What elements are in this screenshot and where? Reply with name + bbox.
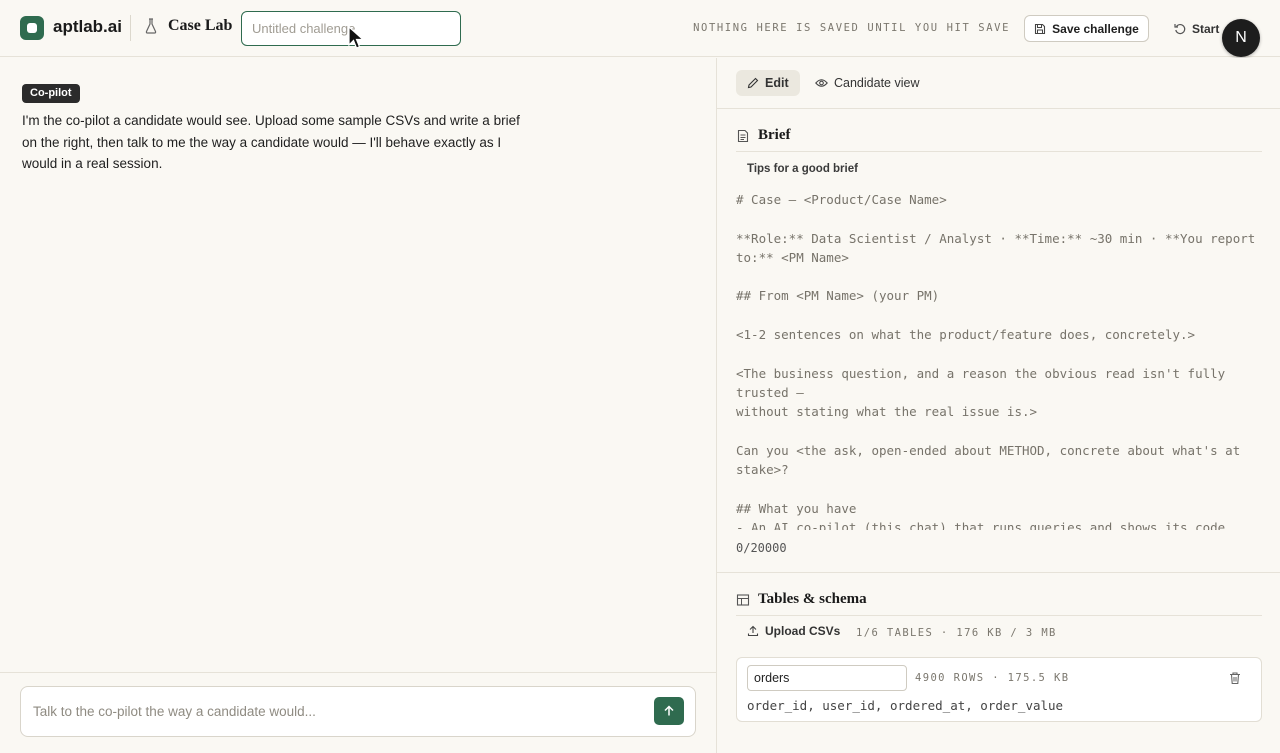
chat-pane: Co-pilot I'm the co-pilot a candidate wo… xyxy=(0,58,716,753)
table-name-input[interactable] xyxy=(747,665,907,691)
unsaved-notice: NOTHING HERE IS SAVED UNTIL YOU HIT SAVE xyxy=(693,22,1010,34)
brief-editor[interactable]: # Case — <Product/Case Name> **Role:** D… xyxy=(736,190,1266,530)
save-challenge-button[interactable]: Save challenge xyxy=(1024,15,1149,42)
composer-area xyxy=(0,672,716,753)
brand-name: aptlab.ai xyxy=(53,17,122,36)
chat-composer xyxy=(20,686,696,737)
table-icon xyxy=(736,593,750,606)
brand-logo-icon xyxy=(20,16,44,40)
send-button[interactable] xyxy=(654,697,684,725)
save-challenge-label: Save challenge xyxy=(1052,21,1139,36)
section-divider xyxy=(717,572,1280,573)
trash-icon[interactable] xyxy=(1227,670,1243,686)
document-icon xyxy=(737,129,749,142)
view-tabs: Edit Candidate view xyxy=(717,58,1280,109)
brief-title: Brief xyxy=(758,127,791,143)
upload-csvs-button[interactable]: Upload CSVs xyxy=(747,624,840,638)
save-icon xyxy=(1035,23,1046,34)
arrow-up-icon xyxy=(664,705,674,716)
start-label: Start xyxy=(1192,21,1220,36)
copilot-message: I'm the co-pilot a candidate would see. … xyxy=(22,113,520,171)
upload-icon xyxy=(747,625,759,637)
tables-usage: 1/6 TABLES · 176 KB / 3 MB xyxy=(856,627,1057,639)
tab-candidate-view-label: Candidate view xyxy=(834,76,920,90)
header-divider xyxy=(130,15,131,41)
brief-char-count: 0/20000 xyxy=(736,541,787,555)
eye-icon xyxy=(815,79,828,87)
pencil-icon xyxy=(747,77,759,89)
upload-csvs-label: Upload CSVs xyxy=(765,624,841,638)
top-bar: aptlab.ai Case Lab NOTHING HERE IS SAVED… xyxy=(0,0,1280,57)
editor-pane: Edit Candidate view Brief Tips for a goo… xyxy=(716,58,1280,753)
copilot-badge: Co-pilot xyxy=(22,84,80,103)
chat-input[interactable] xyxy=(33,687,643,736)
flask-icon xyxy=(145,18,157,34)
brief-section-header: Brief xyxy=(736,120,1262,152)
tab-edit-label: Edit xyxy=(765,76,789,90)
tables-section-header: Tables & schema xyxy=(736,584,1262,616)
table-stats: 4900 ROWS · 175.5 KB xyxy=(915,672,1070,684)
brief-tips-toggle[interactable]: Tips for a good brief xyxy=(747,163,858,175)
section-title: Case Lab xyxy=(168,17,233,34)
table-columns: order_id, user_id, ordered_at, order_val… xyxy=(747,698,1064,713)
tables-title: Tables & schema xyxy=(758,591,867,607)
table-card: 4900 ROWS · 175.5 KB order_id, user_id, … xyxy=(736,657,1262,722)
mouse-cursor-icon xyxy=(348,26,365,49)
tab-candidate-view[interactable]: Candidate view xyxy=(804,70,930,96)
user-avatar[interactable]: N xyxy=(1222,19,1260,57)
tab-edit[interactable]: Edit xyxy=(736,70,800,96)
restart-icon xyxy=(1174,23,1186,34)
